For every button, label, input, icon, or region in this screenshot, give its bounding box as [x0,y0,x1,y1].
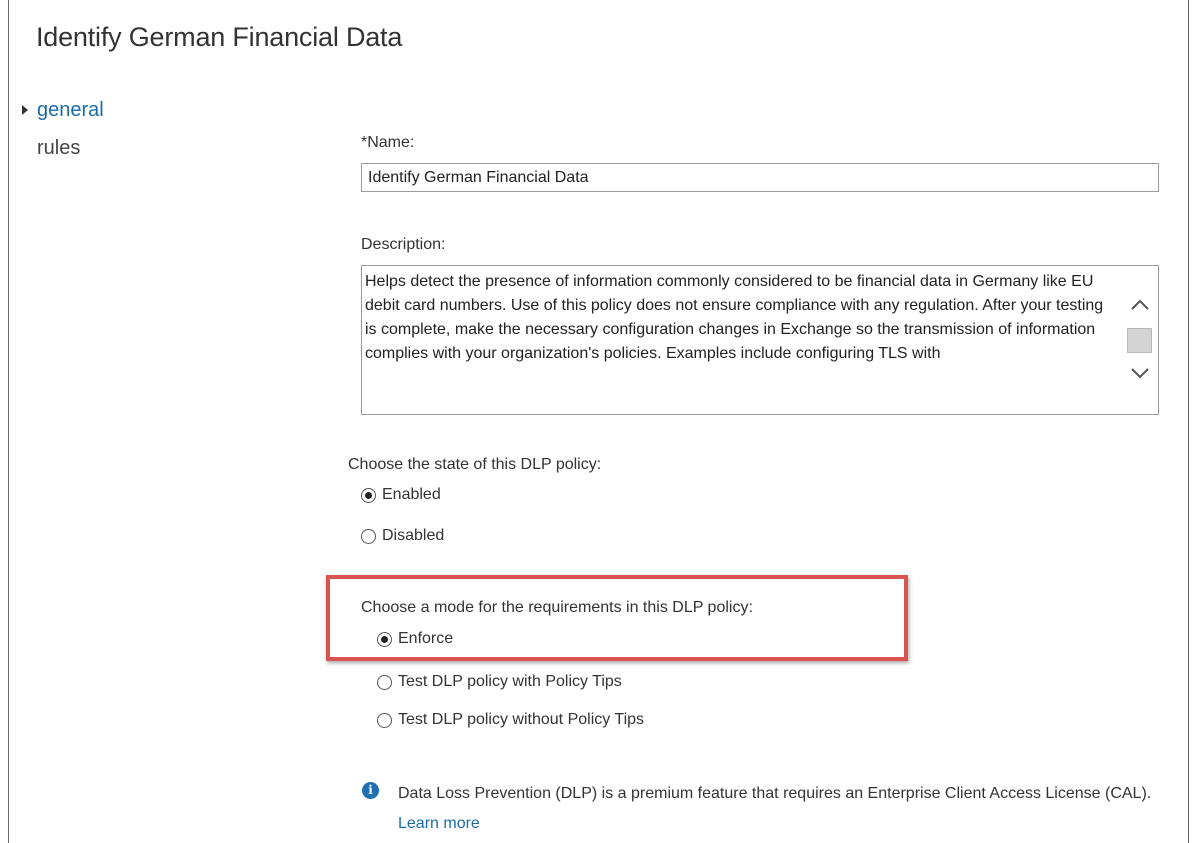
state-option-disabled[interactable]: Disabled [361,527,444,545]
side-nav: general rules [20,100,104,174]
mode-option-enforce[interactable]: Enforce [377,630,453,648]
mode-label: Choose a mode for the requirements in th… [361,599,753,616]
description-textarea[interactable]: Helps detect the presence of information… [361,265,1159,415]
radio-button[interactable] [361,528,376,544]
radio-button[interactable] [377,674,392,690]
radio-label: Enforce [398,630,454,647]
nav-item-general[interactable]: general [20,100,104,136]
name-label: *Name: [361,134,415,151]
state-label: Choose the state of this DLP policy: [348,456,602,473]
info-text: Data Loss Prevention (DLP) is a premium … [398,779,1162,839]
state-option-enabled[interactable]: Enabled [361,486,441,504]
chevron-down-icon[interactable] [1130,366,1150,380]
info-message: Data Loss Prevention (DLP) is a premium … [398,785,1152,802]
page-title: Identify German Financial Data [36,22,403,52]
scroll-thumb[interactable] [1127,328,1152,353]
info-notice: i Data Loss Prevention (DLP) is a premiu… [362,779,1162,839]
nav-item-rules[interactable]: rules [20,138,104,174]
mode-option-test-without-tips[interactable]: Test DLP policy without Policy Tips [377,711,644,729]
description-text: Helps detect the presence of information… [365,273,1104,362]
radio-label: Disabled [382,527,445,544]
nav-item-label: general [37,99,104,121]
radio-button[interactable] [377,631,392,647]
description-label: Description: [361,236,446,253]
nav-item-label: rules [37,137,81,159]
chevron-up-icon[interactable] [1130,298,1150,312]
radio-label: Enabled [382,486,441,503]
name-field[interactable] [361,163,1159,192]
description-scrollbar[interactable] [1122,266,1158,414]
caret-right-icon [22,105,28,115]
info-icon: i [362,782,379,799]
learn-more-link[interactable]: Learn more [398,815,480,832]
mode-option-test-with-tips[interactable]: Test DLP policy with Policy Tips [377,673,622,691]
radio-label: Test DLP policy without Policy Tips [398,711,645,728]
radio-button[interactable] [361,487,376,503]
radio-label: Test DLP policy with Policy Tips [398,673,622,690]
radio-button[interactable] [377,712,392,728]
